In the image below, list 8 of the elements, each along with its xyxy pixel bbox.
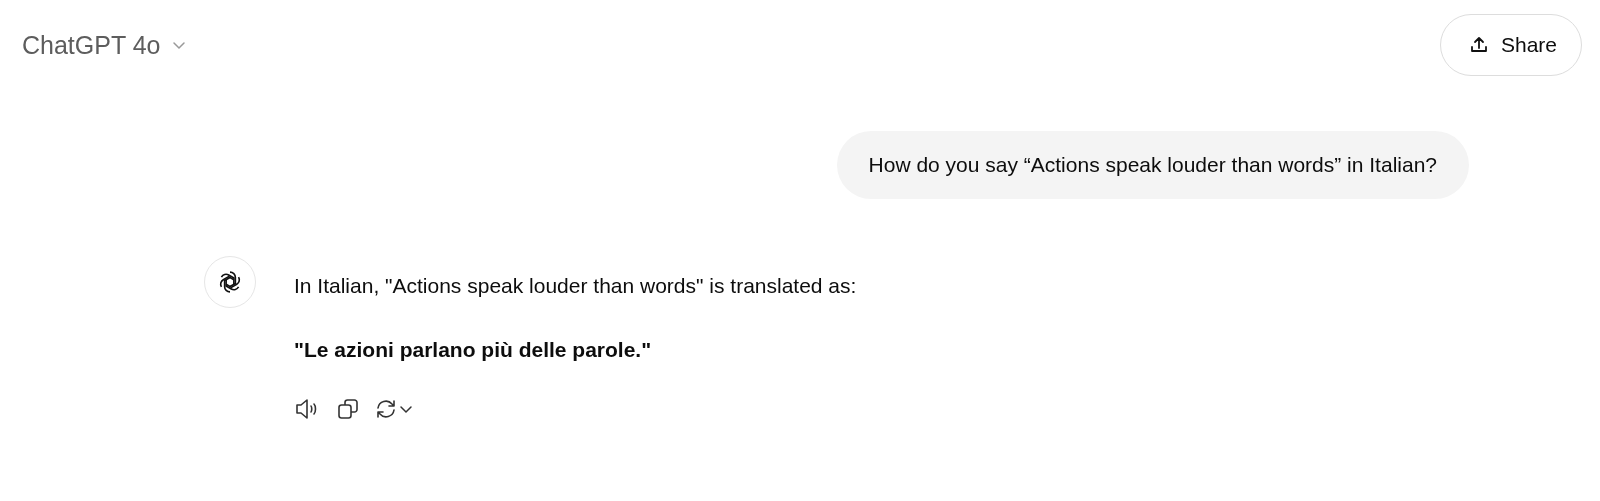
response-paragraph: In Italian, "Actions speak louder than words" is translated as:	[294, 273, 857, 299]
model-selector[interactable]: ChatGPT 4o	[22, 30, 187, 60]
refresh-icon	[374, 397, 398, 421]
response-paragraph: "Le azioni parlano più delle parole."	[294, 337, 653, 363]
share-icon	[1468, 35, 1489, 55]
share-button[interactable]: Share	[1439, 14, 1582, 76]
user-message: How do you say “Actions speak louder than words” in Italian?	[836, 131, 1469, 199]
copy-icon	[336, 397, 360, 421]
